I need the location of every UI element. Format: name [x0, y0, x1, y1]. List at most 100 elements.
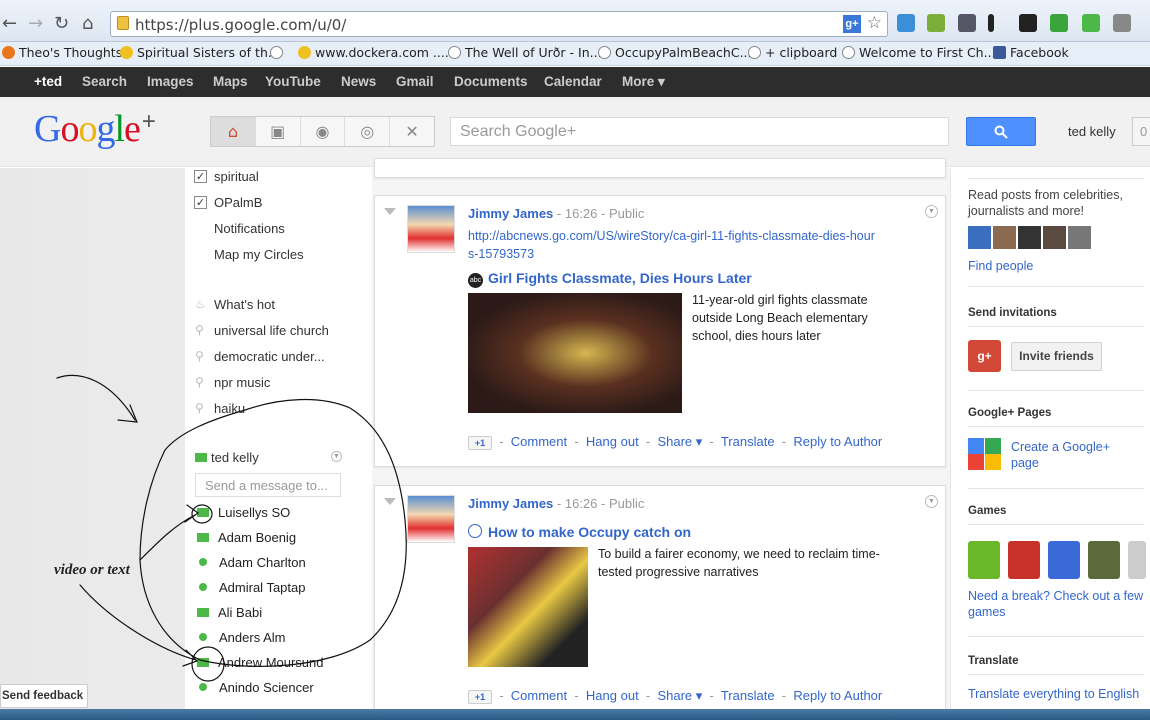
home-icon[interactable]: ⌂ [211, 117, 256, 146]
attachment-thumbnail[interactable] [468, 293, 682, 413]
game-zynga-icon[interactable] [968, 541, 1000, 579]
forward-icon[interactable]: → [28, 13, 43, 34]
google-plus-logo[interactable]: Google+ [34, 107, 156, 151]
bookmark-star-icon[interactable]: ☆ [867, 13, 882, 33]
bookmark-item[interactable]: Facebook [993, 45, 1069, 60]
game-angry-birds-icon[interactable] [1008, 541, 1040, 579]
extension-icon[interactable] [958, 14, 976, 32]
wrench-icon[interactable] [1113, 14, 1131, 32]
comment-link[interactable]: Comment [511, 688, 567, 703]
reply-author-link[interactable]: Reply to Author [793, 434, 882, 449]
hangout-link[interactable]: Hang out [586, 688, 639, 703]
chat-contact[interactable]: Adam Boenig [195, 530, 296, 545]
post-visibility[interactable]: Public [609, 496, 644, 511]
chat-contact[interactable]: Adam Charlton [195, 555, 306, 570]
url-text[interactable]: https://plus.google.com/u/0/ [135, 16, 346, 34]
chat-contact[interactable]: Anindo Sciencer [195, 680, 314, 695]
gbar-youtube[interactable]: YouTube [265, 74, 321, 89]
find-people-link[interactable]: Find people [968, 258, 1144, 274]
chat-header[interactable]: ted kelly [195, 450, 345, 465]
avatar[interactable] [1043, 226, 1066, 249]
notification-count[interactable]: 0 [1132, 117, 1150, 146]
avatar[interactable] [1068, 226, 1091, 249]
game-bejeweled-icon[interactable] [1048, 541, 1080, 579]
search-input[interactable]: Search Google+ [450, 117, 949, 146]
saved-search[interactable]: universal life church [214, 323, 329, 338]
post-time[interactable]: 16:26 [565, 496, 598, 511]
collapse-icon[interactable] [384, 208, 396, 215]
avatar[interactable] [993, 226, 1016, 249]
avatar[interactable] [1018, 226, 1041, 249]
saved-search[interactable]: democratic under... [214, 349, 325, 364]
bookmark-item[interactable]: Theo's Thoughts [2, 45, 122, 60]
stream-checkbox[interactable]: ✓ [194, 196, 207, 209]
saved-search[interactable]: npr music [214, 375, 270, 390]
gbar-maps[interactable]: Maps [213, 74, 248, 89]
extension-icon[interactable] [927, 14, 945, 32]
gbar-calendar[interactable]: Calendar [544, 74, 602, 89]
chat-contact[interactable]: Anders Alm [195, 630, 285, 645]
comment-link[interactable]: Comment [511, 434, 567, 449]
profile-icon[interactable]: ◉ [301, 117, 346, 146]
post-author[interactable]: Jimmy James [468, 496, 553, 511]
hangout-link[interactable]: Hang out [586, 434, 639, 449]
gplus-extension-icon[interactable]: g+ [843, 15, 861, 33]
extension-icon[interactable] [897, 14, 915, 32]
bookmark-item[interactable]: www.dockera.com ..... [298, 45, 453, 60]
circles-icon[interactable]: ◎ [345, 117, 391, 146]
gbar-gmail[interactable]: Gmail [396, 74, 434, 89]
chat-contact[interactable]: Luisellys SO [195, 505, 290, 520]
post-author[interactable]: Jimmy James [468, 206, 553, 221]
chat-contact[interactable]: Admiral Taptap [195, 580, 305, 595]
avatar[interactable] [407, 205, 455, 253]
map-circles-link[interactable]: Map my Circles [214, 247, 304, 262]
whats-hot-link[interactable]: What's hot [214, 297, 275, 312]
plus-one-button[interactable]: +1 [468, 436, 492, 450]
back-icon[interactable]: ← [2, 13, 17, 34]
translate-link[interactable]: Translate everything to English [968, 686, 1144, 702]
chat-message-input[interactable]: Send a message to... [195, 473, 341, 497]
extension-icon[interactable] [1019, 14, 1037, 32]
stream-checkbox[interactable]: ✓ [194, 170, 207, 183]
reply-author-link[interactable]: Reply to Author [793, 688, 882, 703]
saved-search[interactable]: haiku [214, 401, 245, 416]
gbar-news[interactable]: News [341, 74, 376, 89]
post-time[interactable]: 16:26 [565, 206, 598, 221]
bookmark-item[interactable]: + clipboard [748, 45, 837, 60]
post-link[interactable]: http://abcnews.go.com/US/wireStory/ca-gi… [468, 227, 878, 263]
chevron-down-icon[interactable]: ▼ [925, 495, 938, 508]
bookmark-item[interactable]: The Well of Urðr - In... [448, 45, 602, 60]
collapse-icon[interactable] [384, 498, 396, 505]
bookmark-item[interactable]: OccupyPalmBeachC... [598, 45, 752, 60]
gbar-images[interactable]: Images [147, 74, 194, 89]
avatar[interactable] [968, 226, 991, 249]
gbar-documents[interactable]: Documents [454, 74, 528, 89]
user-name[interactable]: ted kelly [1068, 124, 1116, 139]
attachment-title[interactable]: abc Girl Fights Classmate, Dies Hours Lat… [468, 270, 752, 288]
stream-opalmb[interactable]: OPalmB [214, 195, 262, 210]
games-icon[interactable]: ✕ [390, 117, 434, 146]
post-visibility[interactable]: Public [609, 206, 644, 221]
translate-link[interactable]: Translate [721, 688, 775, 703]
chat-contact[interactable]: Ali Babi [195, 605, 262, 620]
search-button[interactable] [966, 117, 1036, 146]
game-dragon-icon[interactable] [1088, 541, 1120, 579]
photos-icon[interactable]: ▣ [256, 117, 301, 146]
create-page-link[interactable]: Create a Google+ page [1011, 439, 1141, 471]
send-feedback-button[interactable]: Send feedback [0, 684, 88, 708]
gbar-search[interactable]: Search [82, 74, 127, 89]
chevron-down-icon[interactable]: ▼ [925, 205, 938, 218]
address-bar[interactable]: https://plus.google.com/u/0/ g+ ☆ [110, 11, 888, 37]
pause-icon[interactable] [988, 14, 994, 32]
games-link[interactable]: Need a break? Check out a few games [968, 588, 1144, 620]
gbar-plus-ted[interactable]: +ted [34, 74, 62, 89]
game-icon[interactable] [1128, 541, 1146, 579]
translate-link[interactable]: Translate [721, 434, 775, 449]
extension-icon[interactable] [1050, 14, 1068, 32]
attachment-title[interactable]: How to make Occupy catch on [468, 524, 691, 540]
invite-friends-button[interactable]: Invite friends [1011, 342, 1102, 371]
gbar-more[interactable]: More ▾ [622, 74, 665, 90]
home-icon[interactable]: ⌂ [82, 13, 93, 34]
notifications-link[interactable]: Notifications [214, 221, 285, 236]
chevron-down-icon[interactable]: ▼ [331, 451, 342, 462]
